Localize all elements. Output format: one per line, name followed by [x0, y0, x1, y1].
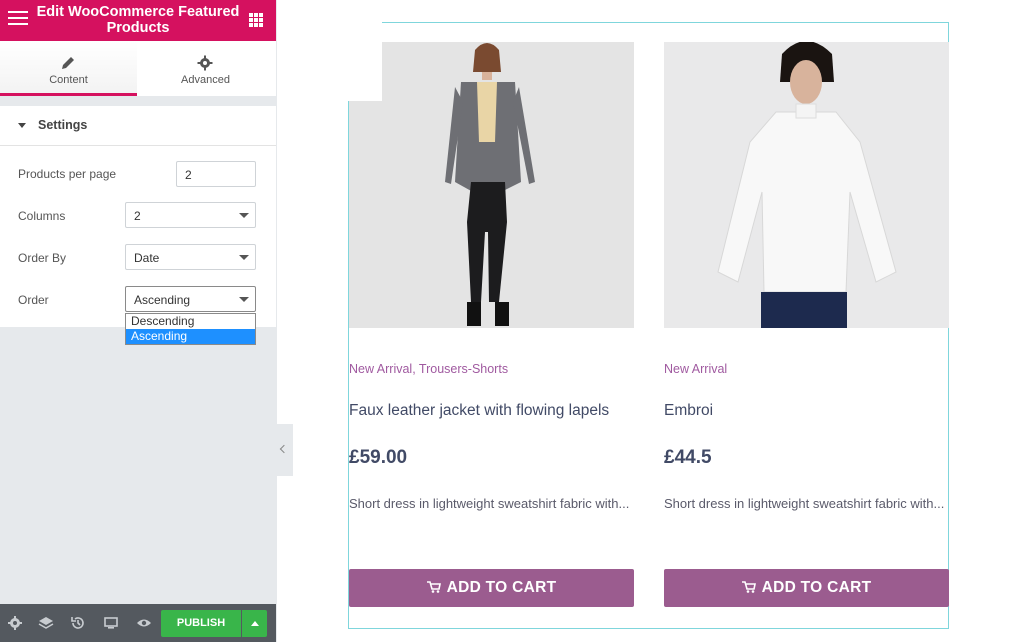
product-price: £44.5 — [664, 447, 712, 468]
chevron-left-icon — [279, 444, 289, 454]
product-title[interactable]: Faux leather jacket with flowing lapels — [349, 402, 609, 420]
collapse-panel-toggle[interactable] — [277, 424, 293, 476]
publish-button[interactable]: PUBLISH — [161, 610, 241, 637]
products-per-page-label: Products per page — [18, 167, 117, 181]
product-card: New Arrival, Trousers-Shorts Faux leathe… — [349, 42, 634, 607]
settings-gear-icon[interactable] — [6, 614, 24, 632]
product-title[interactable]: Embroi — [664, 402, 713, 420]
hamburger-menu-icon[interactable] — [8, 11, 28, 29]
product-category[interactable]: New Arrival, Trousers-Shorts — [349, 362, 508, 376]
order-value: Ascending — [134, 293, 191, 307]
order-option-descending[interactable]: Descending — [126, 314, 255, 329]
product-photo-jacket — [349, 42, 634, 328]
product-image[interactable] — [349, 42, 634, 328]
settings-section-toggle[interactable]: Settings — [0, 106, 276, 146]
editor-footer: PUBLISH — [0, 604, 276, 642]
order-select[interactable]: Ascending — [125, 286, 256, 312]
product-photo-blouse — [664, 42, 949, 328]
chevron-down-icon — [239, 213, 249, 218]
cart-icon — [426, 581, 441, 593]
panel-title: Edit WooCommerce Featured Products — [36, 4, 240, 36]
caret-up-icon — [251, 621, 259, 626]
add-to-cart-button[interactable]: ADD TO CART — [664, 569, 949, 607]
tab-advanced[interactable]: Advanced — [137, 41, 274, 96]
columns-value: 2 — [134, 209, 141, 223]
settings-panel: Settings Products per page 2 Columns 2 O… — [0, 106, 276, 327]
add-to-cart-label: ADD TO CART — [761, 579, 872, 596]
editor-header: Edit WooCommerce Featured Products — [0, 0, 276, 41]
order-dropdown-list: Descending Ascending — [125, 313, 256, 345]
caret-down-icon — [18, 123, 26, 128]
widgets-grid-icon[interactable] — [249, 13, 263, 27]
publish-options-button[interactable] — [242, 610, 267, 637]
panel-tabs: Content Advanced — [0, 41, 276, 96]
product-card: New Arrival Embroi £44.5 Short dress in … — [664, 42, 949, 607]
columns-select[interactable]: 2 — [125, 202, 256, 228]
preview-eye-icon[interactable] — [135, 614, 153, 632]
product-description: Short dress in lightweight sweatshirt fa… — [349, 496, 630, 511]
add-to-cart-button[interactable]: ADD TO CART — [349, 569, 634, 607]
cart-icon — [741, 581, 756, 593]
tab-content[interactable]: Content — [0, 41, 137, 96]
history-icon[interactable] — [69, 614, 87, 632]
products-per-page-input[interactable]: 2 — [176, 161, 256, 187]
pencil-icon — [62, 57, 74, 69]
section-title: Settings — [38, 118, 88, 132]
layers-icon[interactable] — [37, 614, 55, 632]
product-price: £59.00 — [349, 447, 408, 468]
order-label: Order — [18, 293, 49, 307]
tab-content-label: Content — [49, 74, 88, 86]
tab-advanced-label: Advanced — [181, 74, 230, 86]
columns-label: Columns — [18, 209, 66, 223]
order-option-ascending[interactable]: Ascending — [126, 329, 255, 344]
chevron-down-icon — [239, 255, 249, 260]
product-description: Short dress in lightweight sweatshirt fa… — [664, 496, 945, 511]
order-by-value: Date — [134, 251, 160, 265]
responsive-desktop-icon[interactable] — [102, 614, 120, 632]
gear-icon — [197, 55, 213, 71]
order-by-select[interactable]: Date — [125, 244, 256, 270]
editor-sidebar: Edit WooCommerce Featured Products Conte… — [0, 0, 277, 642]
add-to-cart-label: ADD TO CART — [446, 579, 557, 596]
preview-canvas: New Arrival, Trousers-Shorts Faux leathe… — [293, 0, 1015, 642]
order-by-label: Order By — [18, 251, 67, 265]
product-category[interactable]: New Arrival — [664, 362, 727, 376]
product-image[interactable] — [664, 42, 949, 328]
chevron-down-icon — [239, 297, 249, 302]
image-overlay-corner — [347, 0, 382, 101]
